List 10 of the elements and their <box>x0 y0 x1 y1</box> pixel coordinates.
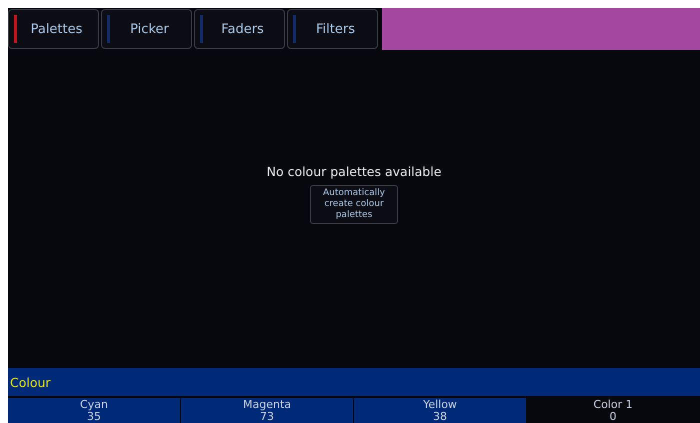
empty-message: No colour palettes available <box>266 164 442 179</box>
tab[interactable]: Faders <box>194 9 285 49</box>
encoder-cell[interactable]: Magenta 73 <box>181 398 354 423</box>
tab[interactable]: Palettes <box>8 9 99 49</box>
auto-create-button[interactable]: Automatically create colour palettes <box>310 185 398 224</box>
tab[interactable]: Filters <box>287 9 378 49</box>
section-title-bar: Colour <box>8 368 700 398</box>
encoder-cell[interactable]: Yellow 38 <box>354 398 527 423</box>
encoder-cell[interactable]: Cyan 35 <box>8 398 181 423</box>
tab[interactable]: Picker <box>101 9 192 49</box>
